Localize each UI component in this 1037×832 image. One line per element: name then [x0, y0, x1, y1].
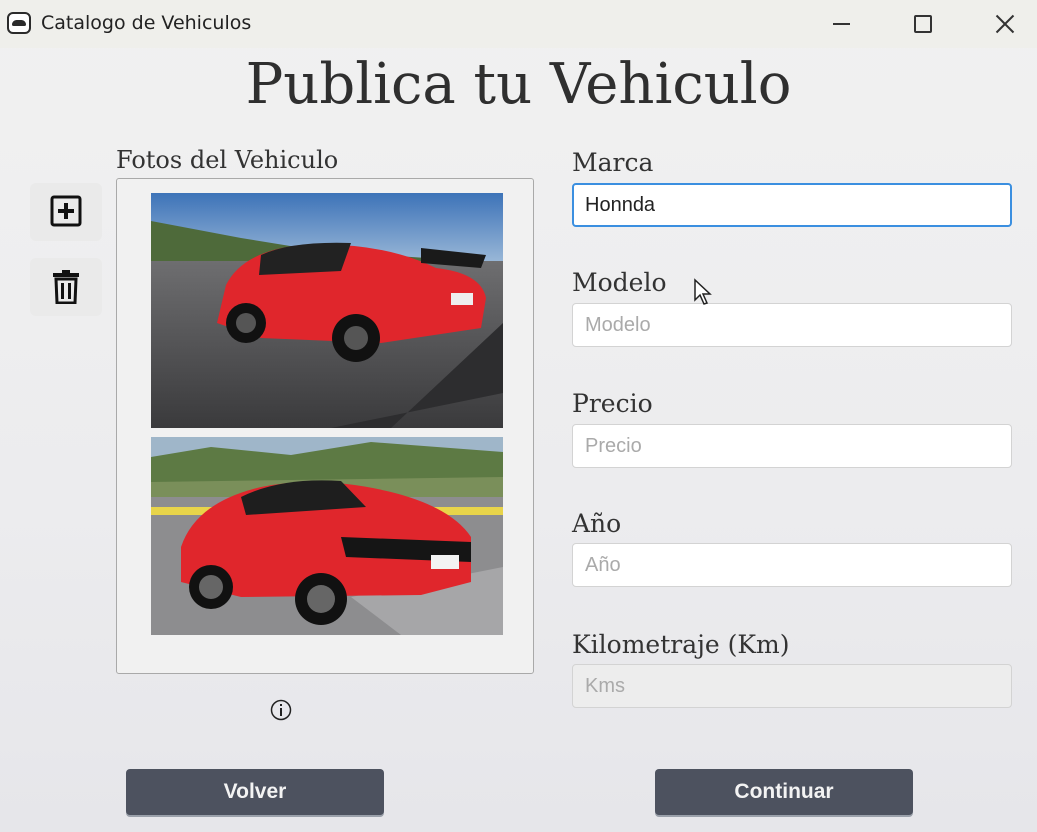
page-title: Publica tu Vehiculo [245, 52, 792, 117]
anio-input[interactable] [572, 543, 1012, 587]
info-icon[interactable] [270, 699, 292, 726]
anio-label: Año [572, 509, 622, 538]
modelo-label: Modelo [572, 268, 667, 297]
photos-panel[interactable] [116, 178, 534, 674]
continue-button[interactable]: Continuar [655, 769, 913, 815]
window-title: Catalogo de Vehiculos [41, 12, 252, 34]
marca-label: Marca [572, 148, 654, 177]
modelo-input[interactable] [572, 303, 1012, 347]
trash-icon [53, 270, 79, 304]
delete-photo-button[interactable] [30, 258, 102, 316]
back-button[interactable]: Volver [126, 769, 384, 815]
plus-square-icon [50, 195, 82, 227]
precio-input[interactable] [572, 424, 1012, 468]
minimize-icon[interactable] [821, 8, 861, 40]
kilometraje-input[interactable] [572, 664, 1012, 708]
mouse-cursor-icon [693, 278, 713, 311]
photos-label: Fotos del Vehiculo [116, 146, 339, 174]
window-titlebar: Catalogo de Vehiculos [0, 0, 1037, 48]
maximize-icon[interactable] [902, 8, 942, 40]
kilometraje-label: Kilometraje (Km) [572, 630, 790, 659]
car-photo[interactable] [151, 193, 503, 428]
car-photo[interactable] [151, 437, 503, 635]
add-photo-button[interactable] [30, 183, 102, 241]
close-icon[interactable] [985, 8, 1025, 40]
precio-label: Precio [572, 389, 653, 418]
app-icon [7, 12, 31, 34]
marca-input[interactable] [572, 183, 1012, 227]
